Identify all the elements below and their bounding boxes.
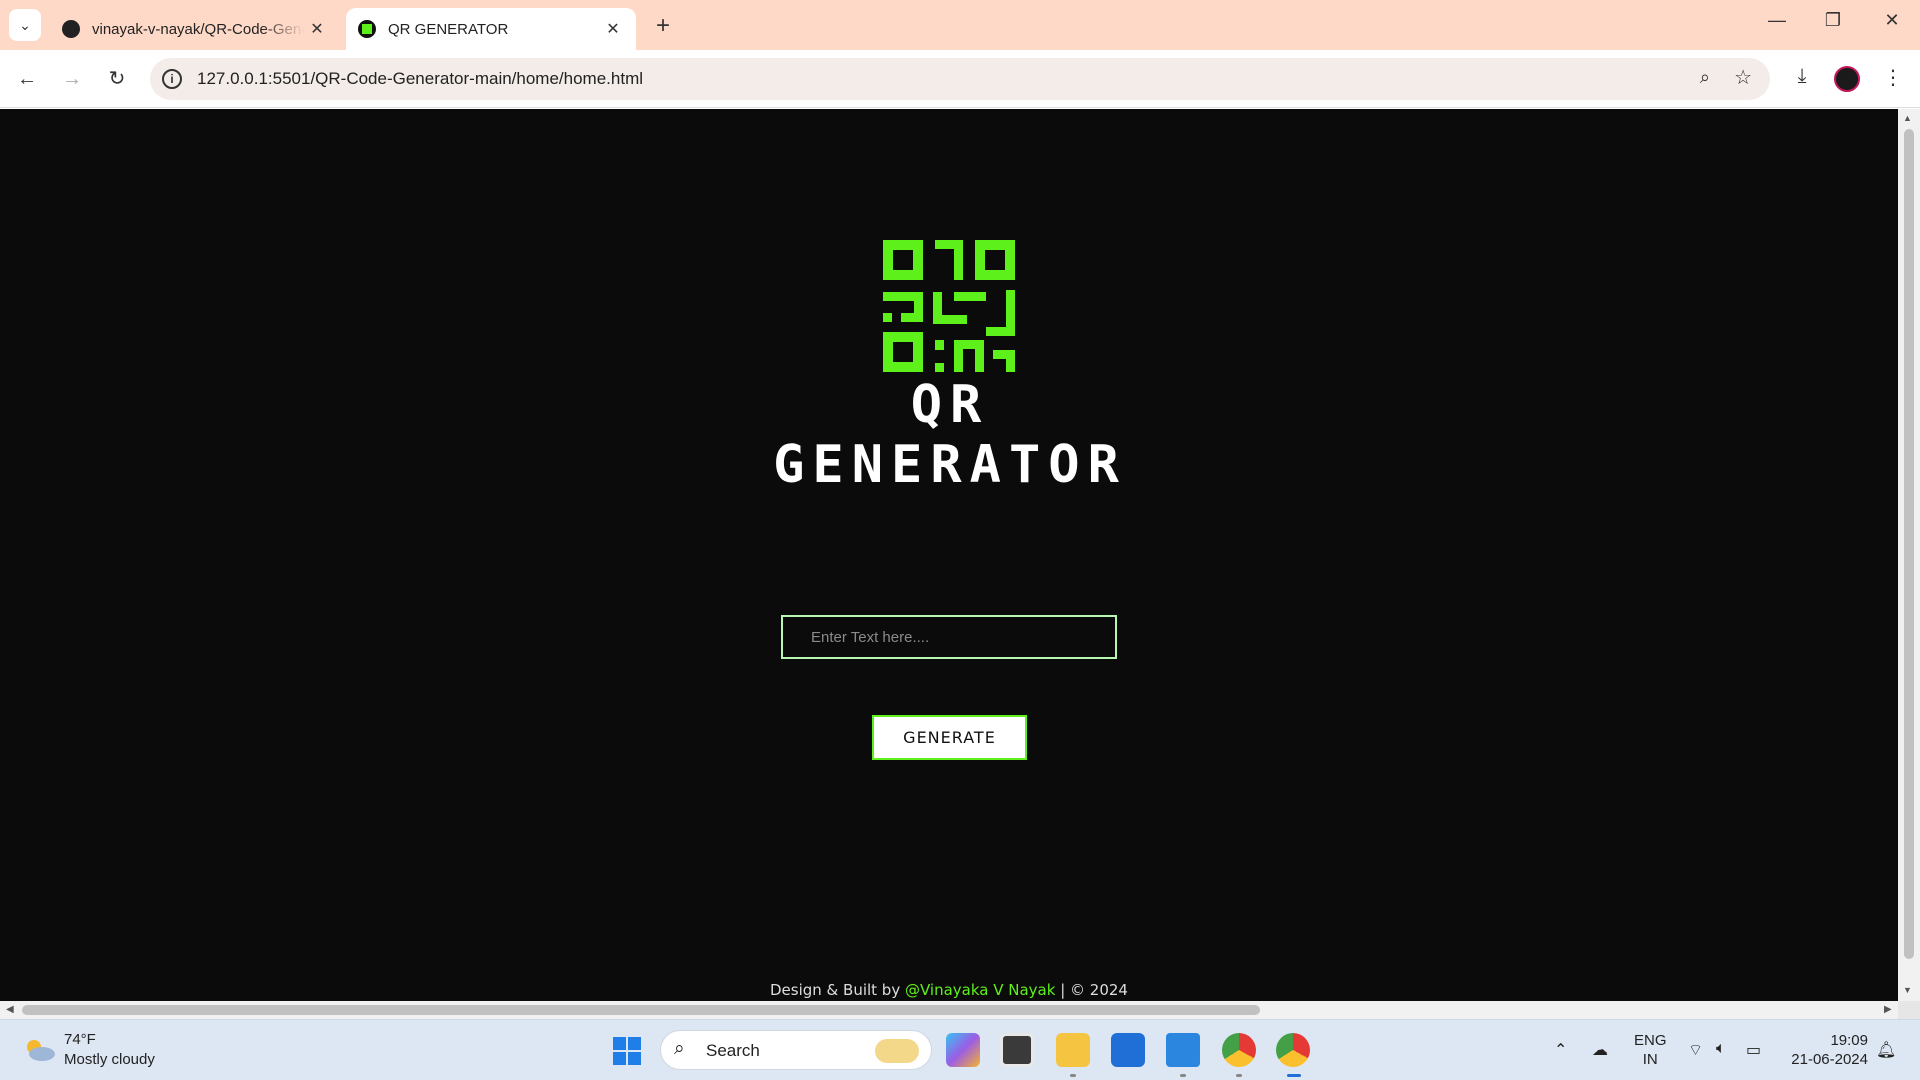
tab-github[interactable]: vinayak-v-nayak/QR-Code-Generator-main ✕ xyxy=(52,8,340,50)
qr-favicon-icon xyxy=(358,20,376,38)
logo-title: QR GENERATOR xyxy=(773,375,1127,495)
vscode-icon[interactable] xyxy=(1166,1033,1200,1067)
taskbar-search[interactable]: ⌕ Search xyxy=(660,1030,932,1070)
close-icon[interactable]: ✕ xyxy=(304,19,330,39)
windows-start-icon[interactable] xyxy=(613,1037,641,1065)
scroll-down-icon[interactable]: ▼ xyxy=(1903,985,1912,995)
cloudy-weather-icon[interactable] xyxy=(22,1038,56,1062)
generate-button[interactable]: GENERATE xyxy=(872,715,1027,760)
browser-toolbar: ← → ↻ i 127.0.0.1:5501/QR-Code-Generator… xyxy=(0,50,1920,108)
search-label: Search xyxy=(706,1041,760,1060)
qr-logo-icon xyxy=(883,240,1015,372)
active-app-indicator xyxy=(1287,1074,1301,1077)
horizontal-scroll-thumb[interactable] xyxy=(22,1005,1260,1015)
language-indicator[interactable]: ENG IN xyxy=(1634,1031,1667,1069)
scrollbar-corner xyxy=(1898,1001,1920,1019)
tab-title: vinayak-v-nayak/QR-Code-Generator-main xyxy=(92,20,304,38)
weather-description[interactable]: Mostly cloudy xyxy=(64,1051,155,1068)
running-indicator xyxy=(1180,1074,1186,1077)
page-footer: Design & Built by @Vinayaka V Nayak | © … xyxy=(0,981,1898,999)
file-explorer-icon[interactable] xyxy=(1056,1033,1090,1067)
profile-avatar[interactable] xyxy=(1834,66,1860,92)
notification-bell-icon[interactable]: 🔔︎ xyxy=(1876,1040,1896,1060)
task-view-icon[interactable] xyxy=(1000,1033,1034,1067)
address-bar[interactable]: i 127.0.0.1:5501/QR-Code-Generator-main/… xyxy=(150,58,1770,100)
vertical-scroll-thumb[interactable] xyxy=(1904,129,1914,959)
window-close-icon[interactable]: ✕ xyxy=(1877,10,1907,31)
chevron-up-icon[interactable]: ⌃ xyxy=(1554,1040,1567,1060)
running-indicator xyxy=(1236,1074,1242,1077)
scroll-left-icon[interactable]: ◀ xyxy=(6,1004,14,1015)
close-icon[interactable]: ✕ xyxy=(600,19,626,39)
minimize-icon[interactable]: — xyxy=(1762,10,1792,31)
reload-icon[interactable]: ↻ xyxy=(103,65,131,93)
windows-taskbar: 74°F Mostly cloudy ⌕ Search ⌃ ☁ ENG IN ⌔… xyxy=(0,1019,1920,1080)
tab-qr-generator[interactable]: QR GENERATOR ✕ xyxy=(346,8,636,50)
kebab-menu-icon[interactable]: ⋮ xyxy=(1879,65,1907,90)
scroll-right-icon[interactable]: ▶ xyxy=(1884,1004,1892,1015)
github-icon xyxy=(62,20,80,38)
footer-author-link[interactable]: @Vinayaka V Nayak xyxy=(905,981,1055,999)
scroll-up-icon[interactable]: ▲ xyxy=(1903,113,1912,123)
footer-prefix: Design & Built by xyxy=(770,981,905,999)
bookmark-star-icon[interactable]: ☆ xyxy=(1734,65,1752,90)
tab-strip: ⌄ vinayak-v-nayak/QR-Code-Generator-main… xyxy=(0,0,1920,50)
tab-title: QR GENERATOR xyxy=(388,20,509,38)
url-text[interactable]: 127.0.0.1:5501/QR-Code-Generator-main/ho… xyxy=(197,69,643,89)
search-icon: ⌕ xyxy=(674,1038,685,1059)
forward-arrow-icon[interactable]: → xyxy=(58,65,86,93)
download-icon[interactable]: ⤓ xyxy=(1788,65,1816,88)
battery-icon[interactable]: ▭ xyxy=(1746,1040,1761,1060)
site-info-icon[interactable]: i xyxy=(162,69,182,89)
vertical-scrollbar[interactable]: ▲ ▼ xyxy=(1898,109,1920,1001)
zoom-icon[interactable]: ⌕ xyxy=(1700,67,1710,88)
page-viewport: QR GENERATOR GENERATE Design & Built by … xyxy=(0,109,1898,1001)
clock-date: 21-06-2024 xyxy=(1791,1051,1868,1068)
running-indicator xyxy=(1070,1074,1076,1077)
wifi-icon[interactable]: ⌔ xyxy=(1688,1040,1703,1060)
clock-time: 19:09 xyxy=(1830,1032,1868,1049)
footer-suffix: | © 2024 xyxy=(1055,981,1128,999)
tab-search-button[interactable]: ⌄ xyxy=(9,9,41,41)
microsoft-store-icon[interactable] xyxy=(1111,1033,1145,1067)
system-clock[interactable]: 19:09 21-06-2024 xyxy=(1788,1031,1868,1069)
language-code: ENG xyxy=(1634,1032,1667,1049)
copilot-icon[interactable] xyxy=(946,1033,980,1067)
chrome-profile-v-icon[interactable] xyxy=(1222,1033,1256,1067)
onedrive-icon[interactable]: ☁ xyxy=(1592,1040,1608,1060)
volume-icon[interactable]: 🔈︎ xyxy=(1716,1040,1726,1058)
horizontal-scrollbar[interactable]: ◀ ▶ xyxy=(0,1001,1898,1019)
restore-icon[interactable]: ❐ xyxy=(1818,10,1848,31)
weather-temperature[interactable]: 74°F xyxy=(64,1031,96,1048)
back-arrow-icon[interactable]: ← xyxy=(13,65,41,93)
chrome-icon[interactable] xyxy=(1276,1033,1310,1067)
qr-text-input[interactable] xyxy=(781,615,1117,659)
search-highlight-icon xyxy=(875,1039,919,1063)
new-tab-button[interactable]: + xyxy=(651,12,675,40)
region-code: IN xyxy=(1642,1051,1658,1068)
